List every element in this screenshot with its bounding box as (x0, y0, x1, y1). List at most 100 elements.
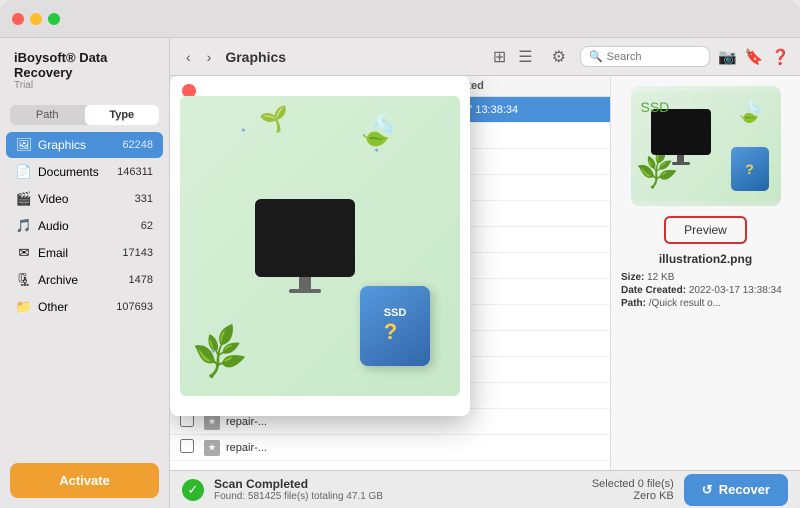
sidebar-item-count: 331 (135, 193, 153, 205)
tab-path[interactable]: Path (10, 105, 85, 125)
audio-icon: 🎵 (16, 218, 32, 234)
status-bar: ✓ Scan Completed Found: 581425 file(s) t… (170, 470, 800, 508)
dot-decoration: ✦ (373, 146, 380, 155)
question-icon: ? (384, 319, 407, 345)
sidebar-item-count: 1478 (129, 274, 153, 286)
sidebar-item-count: 146311 (117, 166, 153, 178)
activate-button[interactable]: Activate (10, 463, 159, 498)
ssd-illustration: SSD ? (360, 286, 430, 366)
row-checkbox[interactable] (180, 439, 194, 453)
table-row[interactable]: ★ repair-... (170, 435, 610, 461)
titlebar (0, 0, 800, 38)
recover-icon: ↺ (702, 482, 713, 498)
search-icon: 🔍 (589, 50, 603, 63)
video-icon: 🎬 (16, 191, 32, 207)
selected-size: Zero KB (592, 490, 674, 502)
overlay-image: 🌿 🍃 🌱 (180, 96, 460, 396)
sidebar-item-count: 17143 (122, 247, 153, 259)
nav-back-button[interactable]: ‹ (180, 45, 197, 69)
email-icon: ✉ (16, 245, 32, 261)
dot-decoration: ✦ (240, 126, 247, 135)
toolbar-icons: 📷 🔖 ❓ (718, 48, 790, 66)
dot-decoration: ✦ (210, 347, 217, 356)
app-name: iBoysoft® Data Recovery (14, 50, 155, 80)
recover-button[interactable]: ↺ Recover (684, 474, 788, 506)
imac-screen (255, 199, 355, 277)
sidebar-item-count: 107693 (116, 301, 153, 313)
documents-icon: 📄 (16, 164, 32, 180)
file-info-size: Size: 12 KB (621, 272, 790, 283)
sidebar-item-audio[interactable]: 🎵 Audio 62 (6, 213, 163, 239)
tab-type[interactable]: Type (85, 105, 160, 125)
file-date-value: 2022-03-17 13:38:34 (689, 285, 782, 296)
list-view-button[interactable]: ☰ (513, 44, 537, 70)
fullscreen-button[interactable] (48, 13, 60, 25)
sidebar-item-label: Audio (38, 219, 135, 233)
imac-illustration (255, 199, 355, 293)
sidebar-nav: 🖼 Graphics 62248 📄 Documents 146311 🎬 Vi… (0, 131, 169, 453)
leaf-left-icon: 🌿 (188, 322, 251, 383)
leaf-right-icon: 🍃 (353, 104, 407, 157)
sidebar-item-other[interactable]: 📁 Other 107693 (6, 294, 163, 320)
sidebar: iBoysoft® Data Recovery Trial Path Type … (0, 38, 170, 508)
imac-stand (299, 277, 311, 289)
graphics-icon: 🖼 (16, 137, 32, 153)
content-area: iBoysoft® Data Recovery Trial Path Type … (0, 38, 800, 508)
sidebar-item-graphics[interactable]: 🖼 Graphics 62248 (6, 132, 163, 158)
sidebar-item-count: 62248 (122, 139, 153, 151)
app-trial: Trial (14, 80, 155, 91)
nav-forward-button[interactable]: › (201, 45, 218, 69)
main-panel: ‹ › Graphics ⊞ ☰ ⚙ 🔍 📷 🔖 ❓ (170, 38, 800, 508)
selected-info: Selected 0 file(s) Zero KB (592, 478, 674, 502)
help-icon-button[interactable]: ❓ (771, 48, 790, 66)
grid-view-button[interactable]: ⊞ (488, 44, 511, 70)
file-path-value: /Quick result o... (649, 298, 721, 309)
main-window: iBoysoft® Data Recovery Trial Path Type … (0, 0, 800, 508)
toolbar-title: Graphics (225, 49, 286, 65)
sidebar-item-label: Video (38, 192, 129, 206)
toolbar-nav: ‹ › (180, 45, 217, 69)
sidebar-item-video[interactable]: 🎬 Video 331 (6, 186, 163, 212)
sidebar-header: iBoysoft® Data Recovery Trial (0, 38, 169, 99)
sidebar-item-label: Graphics (38, 138, 116, 152)
sidebar-item-label: Archive (38, 273, 123, 287)
close-button[interactable] (12, 13, 24, 25)
preview-button[interactable]: Preview (664, 216, 747, 244)
leaf-top-icon: 🌱 (258, 104, 292, 138)
preview-image: 🌿 🍃 ? (631, 86, 781, 206)
sidebar-item-email[interactable]: ✉ Email 17143 (6, 240, 163, 266)
selected-files: Selected 0 file(s) (592, 478, 674, 490)
sidebar-item-documents[interactable]: 📄 Documents 146311 (6, 159, 163, 185)
file-size-value: 12 KB (647, 272, 674, 283)
right-panel: 🌿 🍃 ? (610, 76, 800, 470)
search-box: 🔍 (580, 46, 710, 67)
sidebar-item-archive[interactable]: 🗜 Archive 1478 (6, 267, 163, 293)
recover-label: Recover (719, 482, 770, 497)
bookmark-icon-button[interactable]: 🔖 (745, 48, 764, 66)
sidebar-tabs: Path Type (10, 105, 159, 125)
file-name: repair-... (226, 416, 336, 428)
other-icon: 📁 (16, 299, 32, 315)
minimize-button[interactable] (30, 13, 42, 25)
traffic-lights (12, 13, 60, 25)
scan-text: Scan Completed Found: 581425 file(s) tot… (214, 477, 383, 502)
file-info-date: Date Created: 2022-03-17 13:38:34 (621, 285, 790, 296)
scan-title: Scan Completed (214, 477, 383, 491)
file-info-path: Path: /Quick result o... (621, 298, 790, 309)
filter-button[interactable]: ⚙ (546, 44, 572, 70)
file-area: Name Size Date Created png illustration2… (170, 76, 800, 470)
file-info-name: illustration2.png (659, 252, 752, 266)
view-buttons: ⊞ ☰ (488, 44, 538, 70)
scan-sub: Found: 581425 file(s) totaling 47.1 GB (214, 491, 383, 502)
sidebar-item-label: Documents (38, 165, 111, 179)
preview-overlay: 🌿 🍃 🌱 (170, 76, 470, 416)
search-input[interactable] (607, 51, 707, 63)
sidebar-item-label: Email (38, 246, 116, 260)
sidebar-item-label: Other (38, 300, 110, 314)
sidebar-item-count: 62 (141, 220, 153, 232)
scan-complete-icon: ✓ (182, 479, 204, 501)
camera-icon-button[interactable]: 📷 (718, 48, 737, 66)
imac-base (289, 289, 321, 293)
archive-icon: 🗜 (16, 272, 32, 288)
preview-thumb: 🌿 🍃 ? (631, 86, 781, 206)
